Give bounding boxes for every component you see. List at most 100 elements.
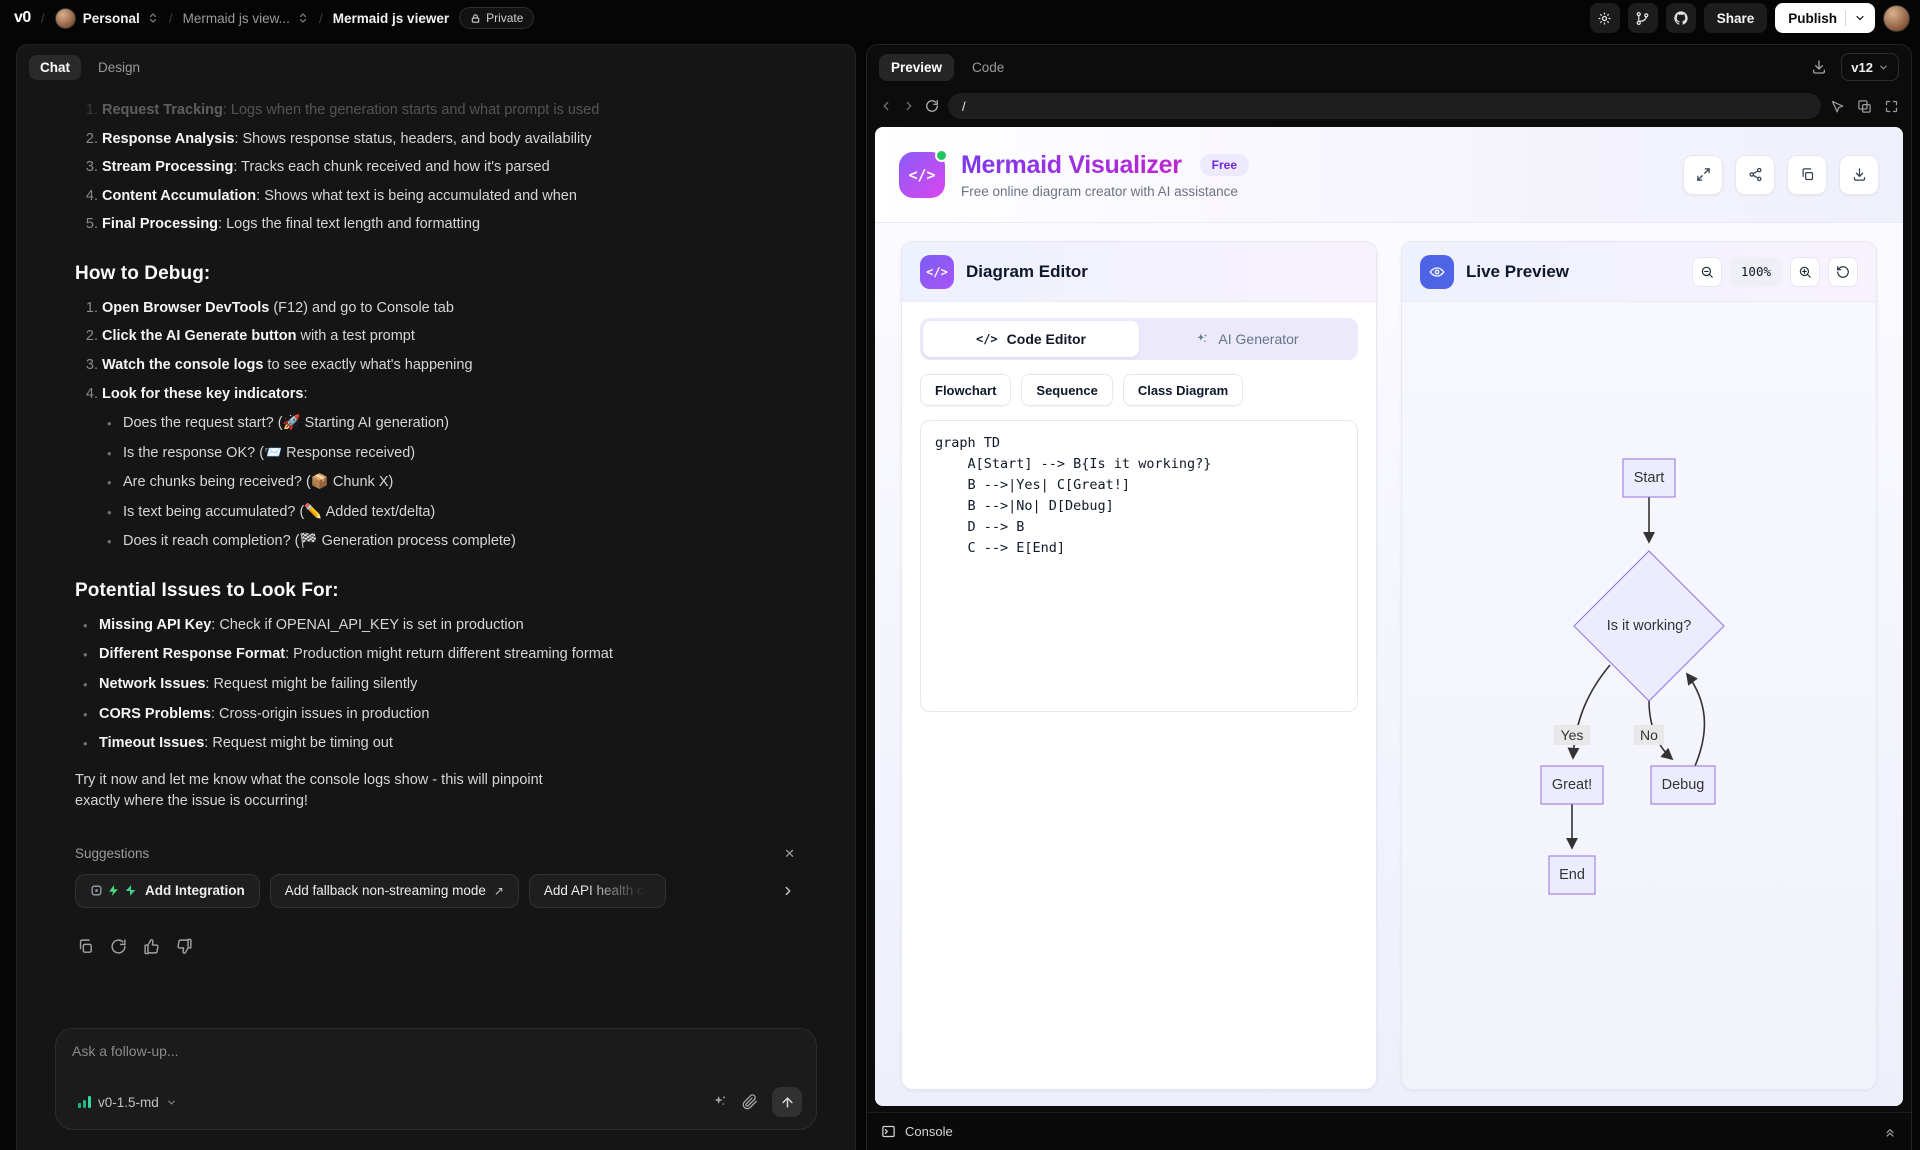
private-label: Private [486,11,524,25]
list-item: Content Accumulation: Shows what text is… [102,187,795,207]
suggestion-add-integration[interactable]: Add Integration [75,873,260,908]
github-button[interactable] [1665,3,1696,33]
version-selector[interactable]: v12 [1841,53,1899,81]
tab-label: AI Generator [1218,331,1299,347]
chevron-down-icon [1880,65,1887,70]
enhance-button[interactable] [712,1094,728,1110]
git-branch-icon [1636,11,1649,25]
lock-icon [471,13,480,23]
tab-code[interactable]: Code [960,54,1016,81]
v0-logo[interactable]: v0 [14,9,31,27]
list-item: Does the request start? (🚀 Starting AI g… [99,414,795,434]
publish-button[interactable]: Publish [1775,3,1875,33]
zoom-in-button[interactable] [1790,256,1820,287]
followup-input[interactable] [72,1043,802,1059]
breadcrumb-project[interactable]: Mermaid js view... [183,11,309,26]
team-name: Personal [82,10,140,26]
user-avatar[interactable] [1883,4,1910,32]
debug-steps-list: Open Browser DevTools (F12) and go to Co… [75,299,795,404]
log-feature-list: Request Tracking: Logs when the generati… [75,101,795,235]
indicator-list: Does the request start? (🚀 Starting AI g… [75,414,795,552]
refresh-icon [111,939,126,954]
download-icon [1853,168,1865,181]
list-item: Watch the console logs to see exactly wh… [102,356,795,376]
windows-icon [1858,99,1871,113]
forward-button[interactable] [902,99,916,113]
inspect-element-button[interactable] [1830,99,1845,114]
chevron-down-icon [1856,15,1864,21]
chevron-right-icon [785,886,791,895]
list-item: Final Processing: Logs the final text le… [102,215,795,235]
tab-ai-generator[interactable]: AI Generator [1139,321,1355,357]
thumbs-up-button[interactable] [143,938,160,955]
rotate-ccw-icon [1837,265,1849,278]
heading-how-to-debug: How to Debug: [75,262,211,284]
list-item: Open Browser DevTools (F12) and go to Co… [102,299,795,319]
code-icon: </> [908,165,936,184]
type-flowchart-button[interactable]: Flowchart [920,374,1012,406]
mermaid-code-editor[interactable]: graph TD A[Start] --> B{Is it working?} … [920,420,1358,712]
list-item: Missing API Key: Check if OPENAI_API_KEY… [75,616,795,636]
app-preview-frame: </> Mermaid Visualizer Free Free online … [875,127,1903,1106]
top-bar: v0 / Personal / Mermaid js view... / Mer… [0,0,1920,36]
download-diagram-button[interactable] [1839,154,1879,195]
diagram-canvas[interactable]: Yes No Start Is it working? Great! Debug… [1402,302,1876,1089]
chat-panel: Chat Design Request Tracking: Logs when … [16,44,856,1150]
list-item: Look for these key indicators: [102,385,795,405]
download-version-button[interactable] [1811,59,1827,75]
edge-debug-back [1685,672,1706,767]
list-item: Does it reach completion? (🏁 Generation … [99,532,795,552]
tab-preview[interactable]: Preview [879,53,955,81]
type-sequence-button[interactable]: Sequence [1021,374,1113,406]
back-button[interactable] [879,99,893,113]
fullscreen-button[interactable] [1884,99,1899,114]
app-subtitle: Free online diagram creator with AI assi… [961,183,1238,199]
eye-icon [1420,254,1454,289]
expand-console-button[interactable] [1883,1125,1897,1139]
zoom-out-button[interactable] [1691,256,1722,287]
chip-label: Add API health ch [543,883,652,899]
share-diagram-button[interactable] [1735,154,1775,195]
terminal-icon [882,1125,895,1138]
copy-button[interactable] [77,938,94,955]
tab-design[interactable]: Design [87,55,151,80]
arrow-up-right-icon: ↗ [493,883,504,898]
console-toggle[interactable]: Console [867,1112,1911,1150]
refresh-button[interactable] [925,99,939,113]
url-input[interactable]: / [948,93,1821,119]
reset-view-button[interactable] [1828,256,1858,287]
model-tier-icon [78,1096,91,1108]
chip-label: Add fallback non-streaming mode [284,883,486,899]
breadcrumb-team[interactable]: Personal [54,7,159,29]
copy-diagram-button[interactable] [1787,154,1827,195]
list-item: CORS Problems: Cross-origin issues in pr… [75,705,795,725]
suggestion-add-api-health[interactable]: Add API health ch [528,873,667,908]
app-title: Mermaid Visualizer [961,150,1182,179]
suggestions-block: Suggestions ✕ Add Integration Add fallba… [75,846,795,908]
send-button[interactable] [772,1087,802,1117]
type-class-diagram-button[interactable]: Class Diagram [1122,374,1244,406]
console-label: Console [905,1124,953,1139]
share-button[interactable]: Share [1703,3,1768,33]
paperclip-icon [742,1094,757,1110]
regenerate-button[interactable] [110,938,127,955]
gear-icon [1598,12,1611,24]
settings-button[interactable] [1589,3,1620,33]
chips-next-button[interactable] [781,884,795,898]
download-icon [1813,60,1826,74]
open-in-new-tab-button[interactable] [1857,99,1872,114]
chat-tab-bar: Chat Design [17,45,855,86]
fullscreen-icon [1885,100,1898,112]
suggestion-add-fallback[interactable]: Add fallback non-streaming mode ↗ [269,873,519,908]
breadcrumb-separator: / [40,10,45,26]
copy-icon [79,939,92,953]
attach-button[interactable] [742,1094,758,1110]
close-icon[interactable]: ✕ [784,846,795,862]
tab-code-editor[interactable]: </> Code Editor [923,321,1139,357]
fork-button[interactable] [1627,3,1658,33]
tab-chat[interactable]: Chat [29,55,81,80]
thumbs-down-button[interactable] [176,938,193,955]
expand-button[interactable] [1683,154,1723,195]
model-selector[interactable]: v0-1.5-md [72,1091,183,1114]
sparkles-icon [714,1096,725,1105]
